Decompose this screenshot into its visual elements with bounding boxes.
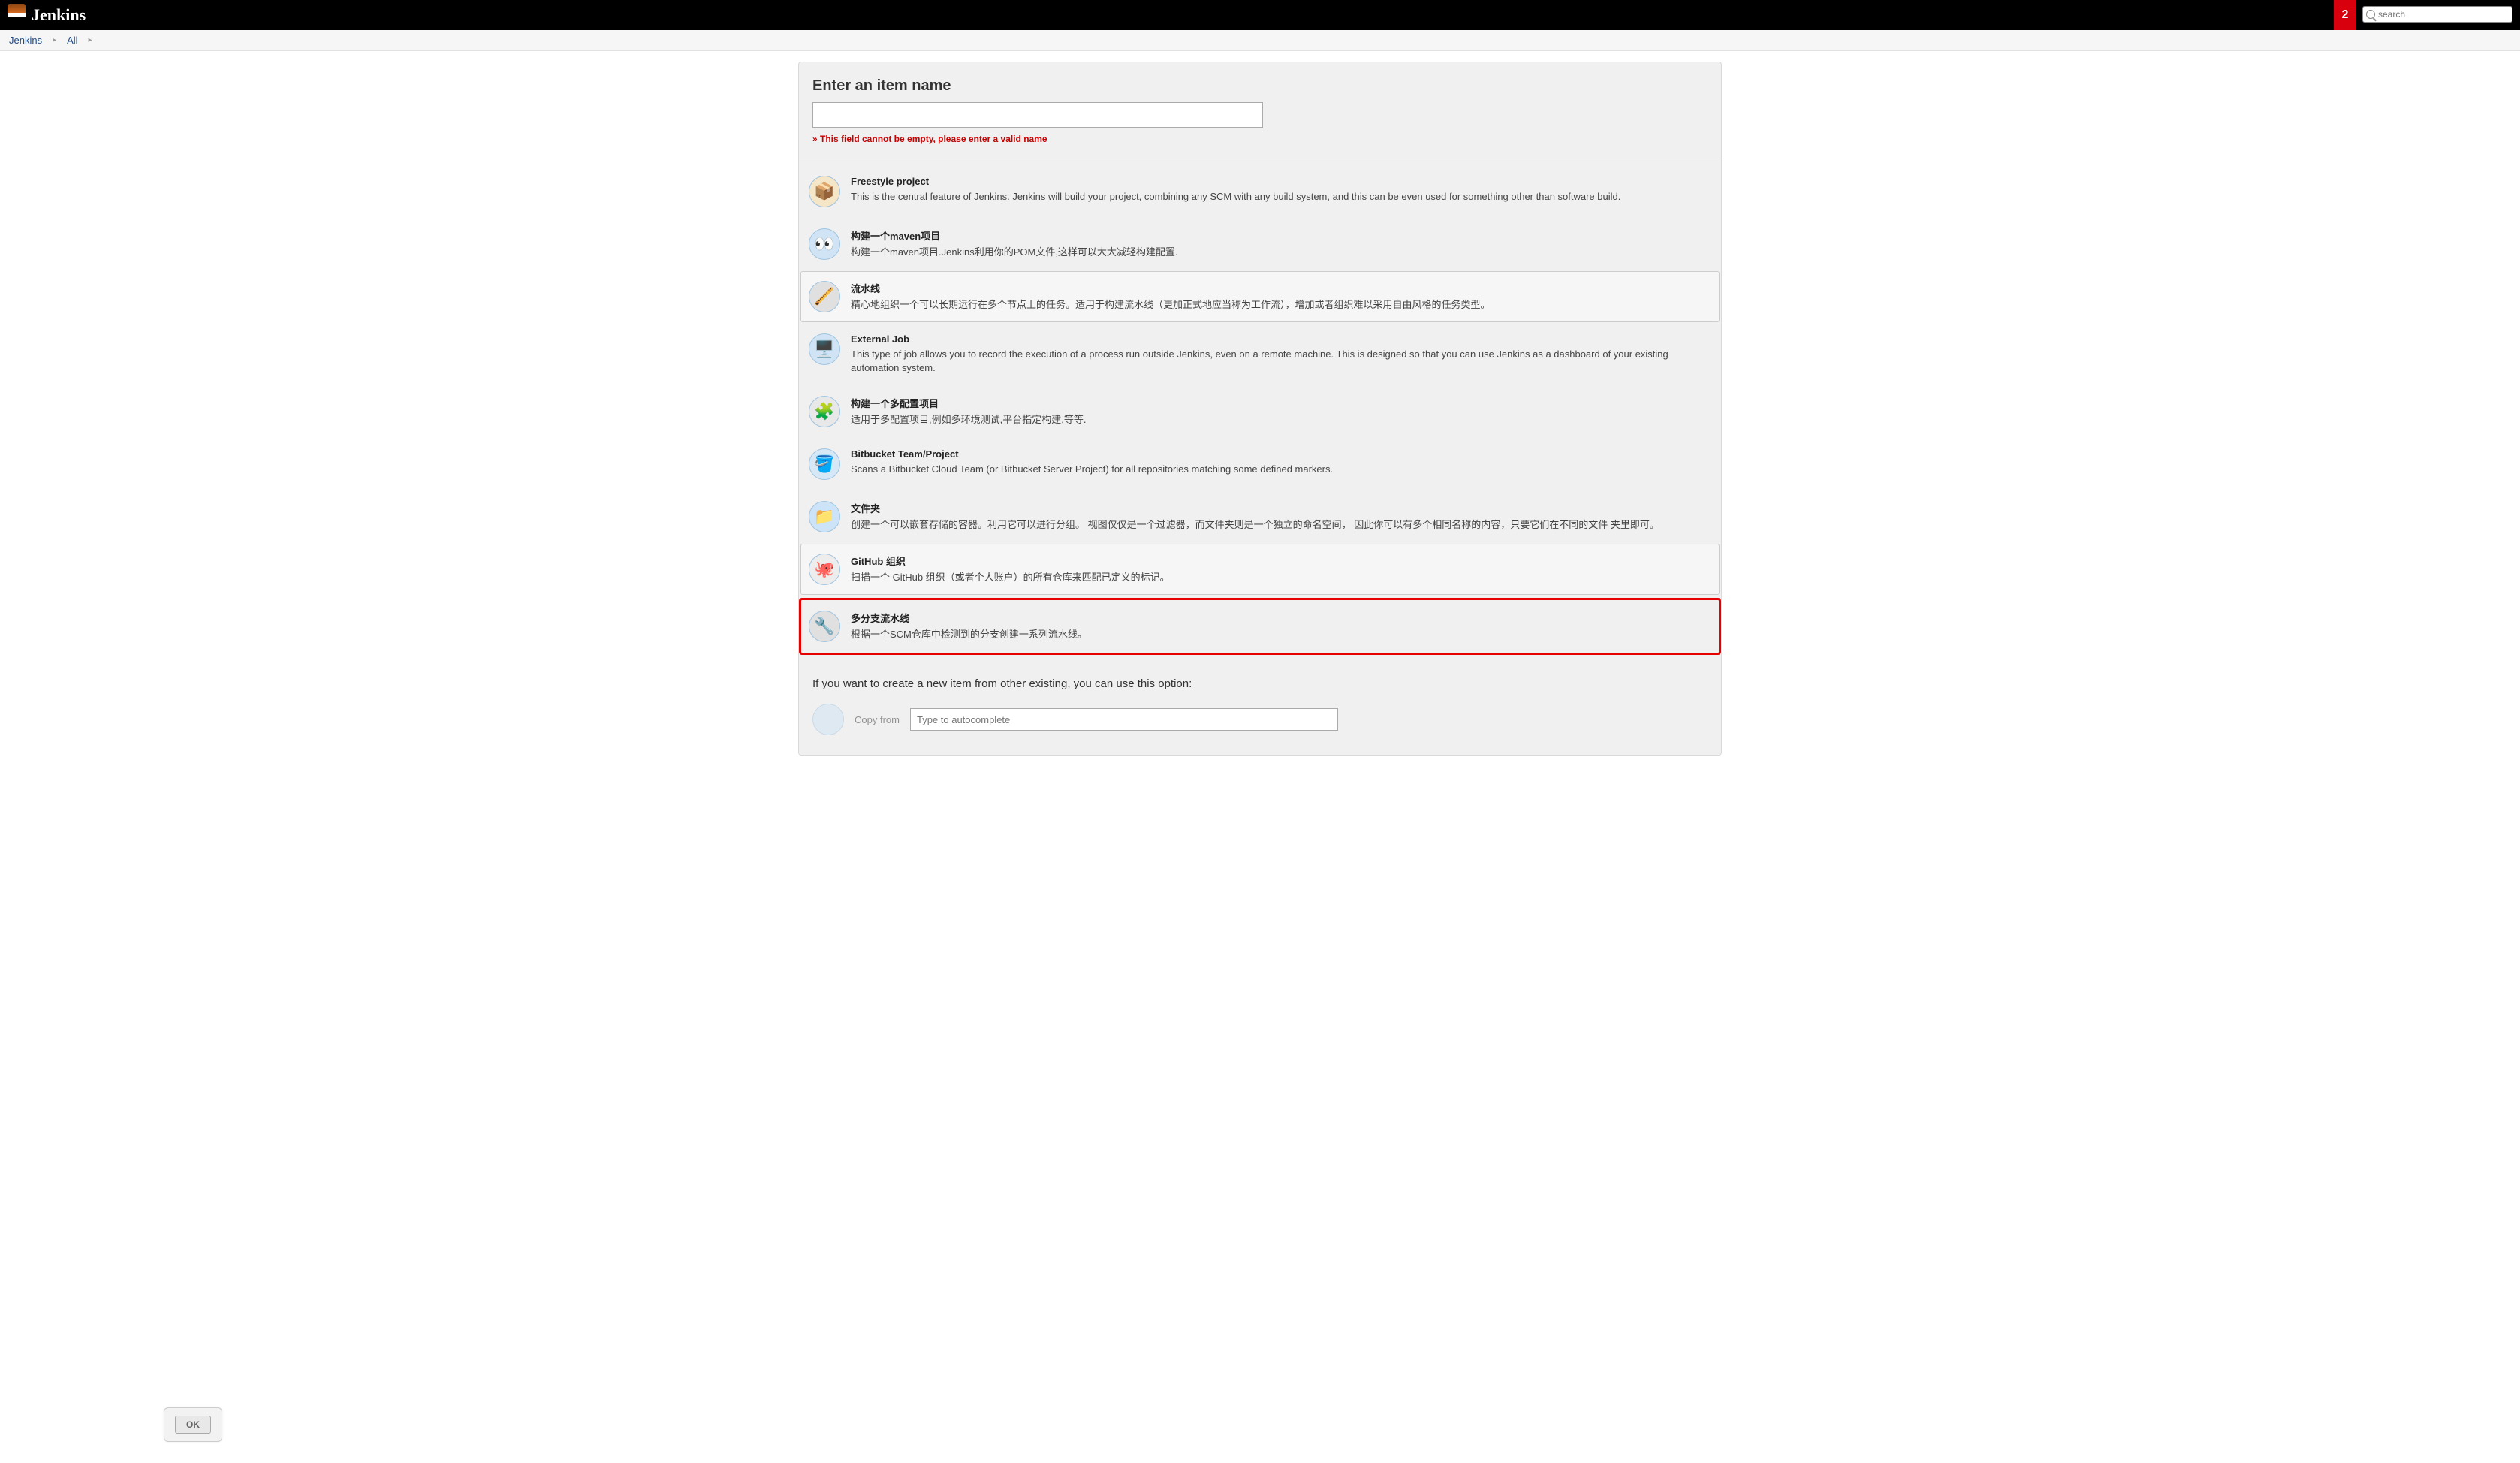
panel-title: Enter an item name	[812, 77, 1708, 95]
github-icon: 🐙	[809, 554, 840, 585]
chevron-right-icon: ▸	[53, 36, 56, 44]
item-type-title: 多分支流水线	[851, 611, 1711, 625]
item-name-input[interactable]	[812, 102, 1263, 128]
jenkins-logo-icon	[8, 4, 26, 26]
folder-icon: 📁	[809, 501, 840, 532]
search-input[interactable]	[2378, 9, 2509, 20]
copy-from-intro: If you want to create a new item from ot…	[812, 677, 1708, 690]
copy-icon	[812, 704, 844, 735]
item-type-title: 构建一个maven项目	[851, 228, 1711, 243]
copy-from-input[interactable]	[910, 708, 1338, 731]
item-type-title: GitHub 组织	[851, 554, 1711, 568]
maven-icon: 👀	[809, 228, 840, 260]
item-type-option[interactable]: 🖥️ External Job This type of job allows yo…	[800, 324, 1720, 385]
freestyle-icon: 📦	[809, 176, 840, 207]
search-box[interactable]	[2362, 6, 2512, 23]
item-type-option[interactable]: 📁 文件夹创建一个可以嵌套存储的容器。利用它可以进行分组。 视图仅仅是一个过滤器，…	[800, 491, 1720, 542]
item-type-option[interactable]: 🐙 GitHub 组织扫描一个 GitHub 组织（或者个人账户）的所有仓库来匹配…	[800, 544, 1720, 595]
logo-text: Jenkins	[32, 5, 86, 25]
chevron-right-icon: ▸	[89, 36, 92, 44]
item-type-description: Scans a Bitbucket Cloud Team (or Bitbuck…	[851, 463, 1711, 476]
logo[interactable]: Jenkins	[8, 4, 86, 26]
ok-button-container: OK	[164, 1407, 222, 1442]
breadcrumb-item[interactable]: All	[67, 35, 77, 46]
item-type-title: External Job	[851, 333, 1711, 345]
item-type-option[interactable]: 🔧 多分支流水线根据一个SCM仓库中检测到的分支创建一系列流水线。	[799, 598, 1721, 655]
item-type-option[interactable]: 👀 构建一个maven项目构建一个maven项目.Jenkins利用你的POM文件…	[800, 219, 1720, 270]
item-type-option[interactable]: 🧩 构建一个多配置项目适用于多配置项目,例如多环境测试,平台指定构建,等等.	[800, 386, 1720, 437]
breadcrumb-item[interactable]: Jenkins	[9, 35, 42, 46]
multi-icon: 🧩	[809, 396, 840, 427]
new-item-panel: Enter an item name » This field cannot b…	[798, 62, 1722, 756]
validation-error: » This field cannot be empty, please ent…	[812, 134, 1708, 144]
item-type-option[interactable]: 📦 Freestyle project This is the central fe…	[800, 166, 1720, 217]
item-type-title: Bitbucket Team/Project	[851, 448, 1711, 460]
item-types-list: 📦 Freestyle project This is the central fe…	[799, 158, 1721, 665]
item-type-description: 适用于多配置项目,例如多环境测试,平台指定构建,等等.	[851, 413, 1711, 427]
search-icon	[2366, 10, 2375, 19]
item-type-description: This is the central feature of Jenkins. …	[851, 190, 1711, 204]
ok-button[interactable]: OK	[175, 1416, 211, 1434]
item-type-description: 精心地组织一个可以长期运行在多个节点上的任务。适用于构建流水线（更加正式地应当称…	[851, 298, 1711, 312]
item-type-description: 扫描一个 GitHub 组织（或者个人账户）的所有仓库来匹配已定义的标记。	[851, 571, 1711, 584]
item-type-title: Freestyle project	[851, 176, 1711, 187]
breadcrumb: Jenkins ▸ All ▸	[0, 30, 2520, 51]
multibranch-icon: 🔧	[809, 611, 840, 642]
external-icon: 🖥️	[809, 333, 840, 365]
item-type-option[interactable]: 🪈 流水线精心地组织一个可以长期运行在多个节点上的任务。适用于构建流水线（更加正式…	[800, 271, 1720, 322]
pipeline-icon: 🪈	[809, 281, 840, 312]
item-type-title: 构建一个多配置项目	[851, 396, 1711, 410]
item-type-option[interactable]: 🪣 Bitbucket Team/Project Scans a Bitbucket…	[800, 439, 1720, 490]
bitbucket-icon: 🪣	[809, 448, 840, 480]
item-type-description: 构建一个maven项目.Jenkins利用你的POM文件,这样可以大大减轻构建配…	[851, 246, 1711, 259]
item-type-description: 创建一个可以嵌套存储的容器。利用它可以进行分组。 视图仅仅是一个过滤器，而文件夹…	[851, 518, 1711, 532]
item-type-title: 流水线	[851, 281, 1711, 295]
page-header: Jenkins 2	[0, 0, 2520, 30]
item-type-description: 根据一个SCM仓库中检测到的分支创建一系列流水线。	[851, 628, 1711, 641]
notification-badge[interactable]: 2	[2334, 0, 2356, 30]
item-type-title: 文件夹	[851, 501, 1711, 515]
copy-from-label: Copy from	[855, 714, 900, 725]
item-type-description: This type of job allows you to record th…	[851, 348, 1711, 375]
